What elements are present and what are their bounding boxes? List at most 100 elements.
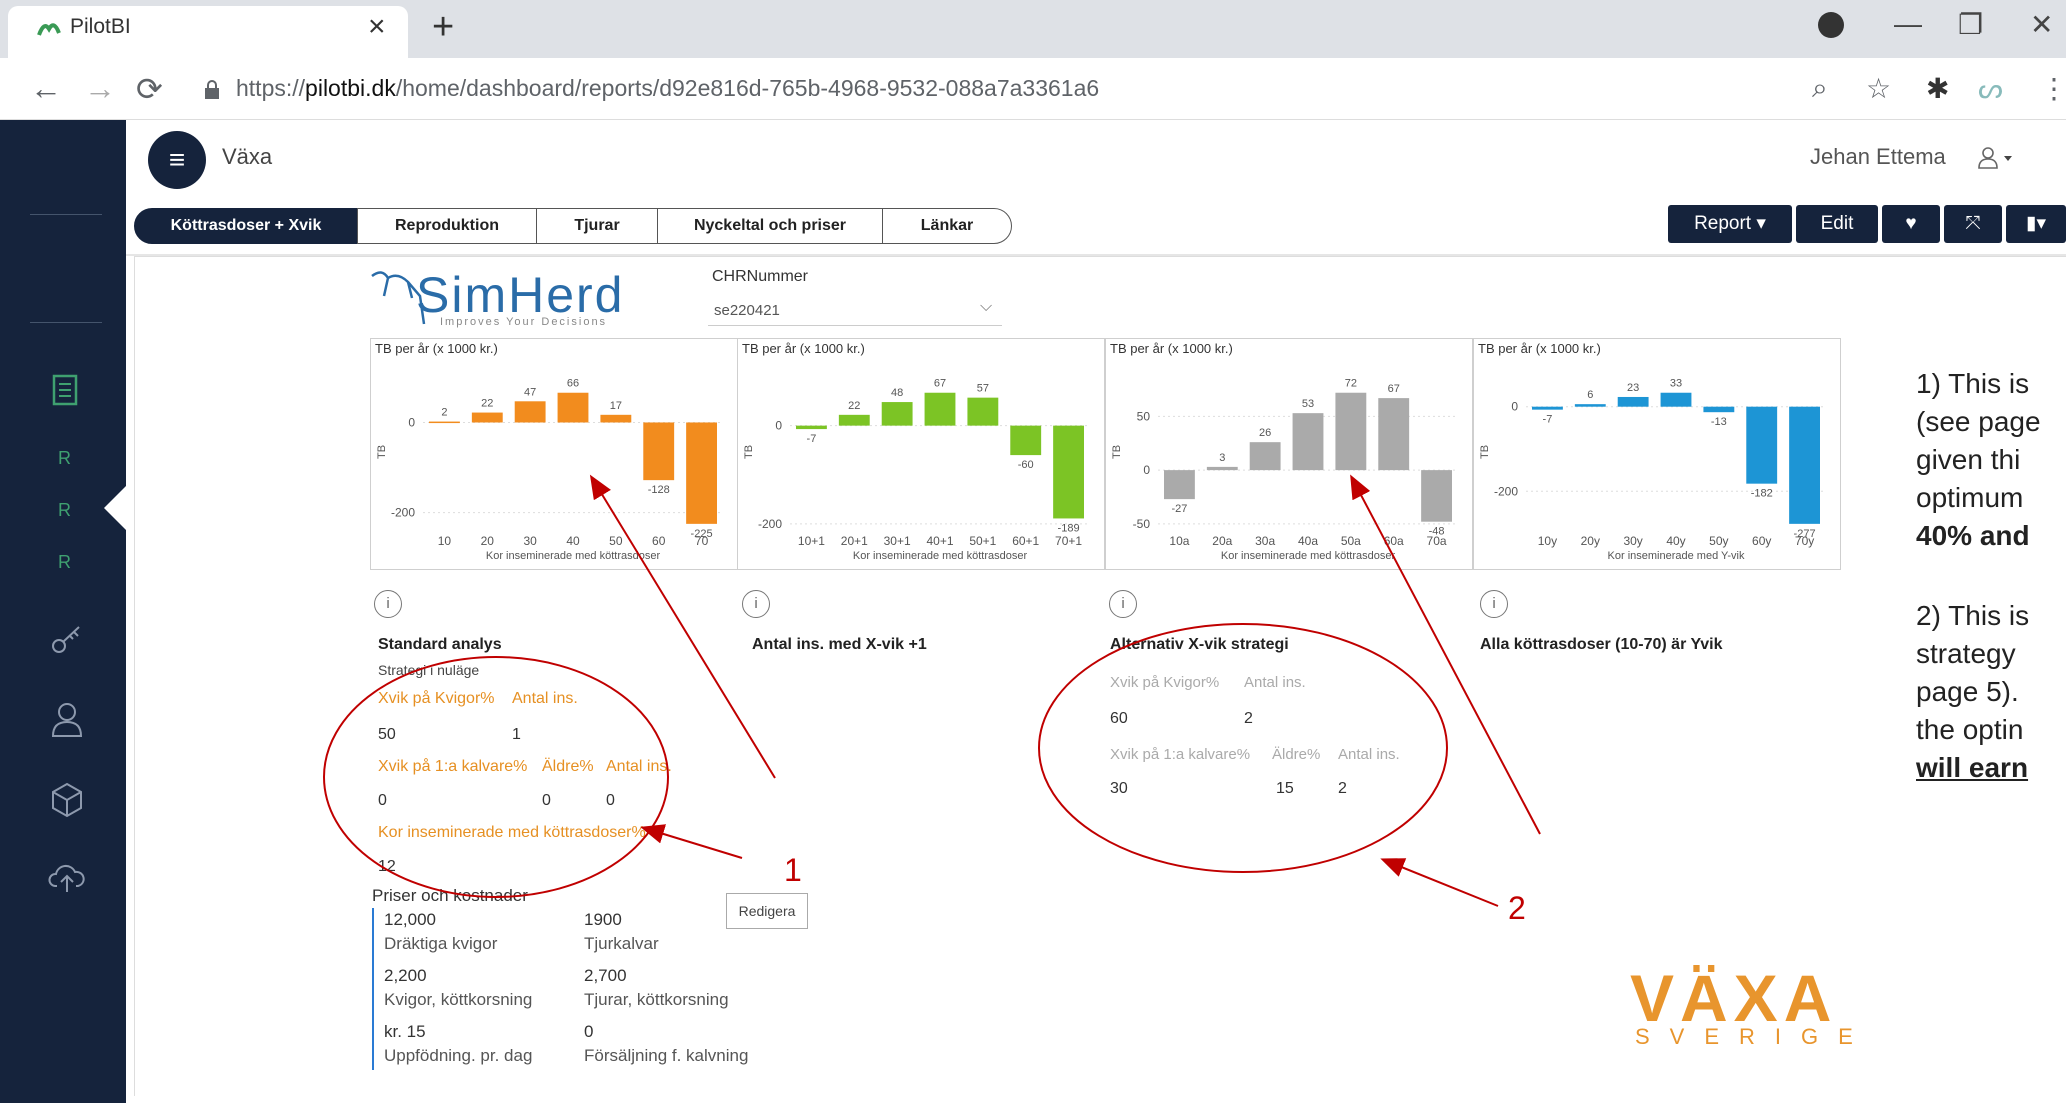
tab-close-icon[interactable]: × (368, 10, 386, 44)
tab-lankar[interactable]: Länkar (882, 208, 1012, 244)
info-icon[interactable]: i (742, 590, 770, 618)
new-tab-button[interactable]: + (432, 6, 454, 49)
forward-icon[interactable]: → (84, 70, 116, 107)
hamburger-menu-icon[interactable]: ≡ (148, 131, 206, 189)
x-tick-label: 10a (1169, 534, 1189, 548)
x-tick-label: 60a (1384, 534, 1404, 548)
report-icon[interactable] (52, 374, 78, 406)
extensions-icon[interactable]: ✱ (1926, 72, 1949, 105)
info-icon[interactable]: i (1109, 590, 1137, 618)
bar[interactable] (514, 401, 546, 423)
panel-title-antal: Antal ins. med X-vik +1 (752, 636, 927, 653)
y-tick-label: 0 (1511, 400, 1518, 414)
bar[interactable] (1532, 406, 1563, 410)
extension-icon[interactable]: ᔕ (1978, 72, 2003, 105)
y-axis-label: TB (376, 445, 388, 459)
bar[interactable] (1206, 466, 1238, 471)
bar[interactable] (600, 414, 632, 423)
bar[interactable] (1053, 425, 1084, 519)
data-label: 47 (524, 386, 536, 398)
bookmark-star-icon[interactable]: ☆ (1866, 72, 1891, 105)
bar[interactable] (1660, 392, 1692, 407)
bar[interactable] (1574, 404, 1606, 407)
data-label: 67 (1388, 383, 1400, 395)
bar[interactable] (557, 392, 589, 423)
field-value: 12 (378, 858, 396, 875)
bar[interactable] (1746, 406, 1778, 484)
field-value: 0 (542, 792, 551, 809)
pilotbi-favicon-icon (37, 23, 61, 36)
bar[interactable] (1789, 406, 1820, 524)
favorite-heart-icon[interactable]: ♥ (1882, 205, 1940, 243)
sidebar-divider (30, 322, 102, 323)
x-tick-label: 30 (523, 534, 537, 548)
close-window-icon[interactable]: ✕ (2030, 8, 2053, 41)
bar[interactable] (881, 402, 913, 426)
bar[interactable] (1292, 413, 1324, 471)
bookmark-dropdown-icon[interactable]: ▮▾ (2006, 205, 2066, 243)
key-icon[interactable] (50, 622, 84, 656)
bar[interactable] (471, 412, 503, 423)
user-icon[interactable] (50, 702, 84, 738)
restore-icon[interactable]: ❐ (1958, 8, 1983, 41)
data-label: 48 (891, 387, 903, 399)
minimize-icon[interactable]: — (1894, 8, 1922, 40)
chr-slicer-label: CHRNummer (712, 268, 808, 285)
report-menu-button[interactable]: Report ▾ (1668, 205, 1792, 243)
bar[interactable] (686, 422, 717, 524)
tab-reproduktion[interactable]: Reproduktion (357, 208, 537, 244)
panel-title-alternativ: Alternativ X-vik strategi (1110, 636, 1289, 653)
bar[interactable] (838, 414, 870, 426)
user-name[interactable]: Jehan Ettema (1810, 144, 1946, 170)
chrome-menu-icon[interactable]: ⋮ (2040, 72, 2066, 105)
bar[interactable] (1164, 470, 1195, 500)
cube-icon[interactable] (50, 782, 84, 818)
bar[interactable] (967, 397, 999, 426)
field-value: 2 (1244, 710, 1253, 727)
profile-icon[interactable] (1818, 12, 1844, 38)
bar[interactable] (1378, 398, 1410, 471)
tab-nyckeltal[interactable]: Nyckeltal och priser (657, 208, 883, 244)
x-tick-label: 10 (438, 534, 452, 548)
bar[interactable] (643, 422, 675, 481)
bar[interactable] (796, 425, 827, 430)
reload-icon[interactable]: ⟳ (136, 70, 163, 108)
user-dropdown-icon[interactable] (1976, 146, 2016, 170)
sidebar-item-r2[interactable]: R (58, 500, 71, 521)
bar[interactable] (1249, 442, 1281, 471)
cloud-upload-icon[interactable] (48, 858, 86, 894)
url-field[interactable]: https://pilotbi.dk/home/dashboard/report… (236, 75, 1099, 102)
x-axis-label: Kor inseminerade med köttrasdoser (853, 550, 1028, 562)
sidebar-item-r3[interactable]: R (58, 552, 71, 573)
fullscreen-icon[interactable]: ⤧ (1944, 205, 2002, 243)
y-tick-label: 50 (1137, 409, 1151, 423)
redigera-button[interactable]: Redigera (726, 893, 808, 929)
bar[interactable] (1010, 425, 1042, 456)
y-axis-label: TB (1479, 445, 1491, 459)
bar[interactable] (1617, 396, 1649, 407)
sidebar-collapse-caret[interactable] (104, 486, 126, 530)
browser-tab[interactable] (8, 6, 408, 58)
bar[interactable] (1703, 406, 1735, 413)
tab-tjurar[interactable]: Tjurar (536, 208, 658, 244)
prices-accent-bar (372, 908, 374, 1070)
field-label: Antal ins. (1338, 746, 1400, 763)
price-label: Dräktiga kvigor (384, 934, 498, 953)
sidebar-item-r1[interactable]: R (58, 448, 71, 469)
bar[interactable] (1335, 392, 1367, 471)
edit-button[interactable]: Edit (1796, 205, 1878, 243)
info-icon[interactable]: i (374, 590, 402, 618)
field-value: 50 (378, 726, 396, 743)
info-icon[interactable]: i (1480, 590, 1508, 618)
chevron-down-icon[interactable]: ⌵ (980, 298, 992, 316)
zoom-icon[interactable]: ⌕ (1812, 72, 1828, 105)
bar[interactable] (429, 421, 460, 424)
tab-kottrasdoser[interactable]: Köttrasdoser + Xvik (134, 208, 358, 244)
vaxa-logo-subtitle: SVERIGE (1635, 1024, 1873, 1049)
bar[interactable] (1421, 470, 1452, 522)
back-icon[interactable]: ← (30, 70, 62, 107)
panel-title-alla: Alla köttrasdoser (10-70) är Yvik (1480, 636, 1723, 653)
bar[interactable] (924, 392, 956, 426)
field-value: 60 (1110, 710, 1128, 727)
data-label: 17 (610, 400, 622, 412)
